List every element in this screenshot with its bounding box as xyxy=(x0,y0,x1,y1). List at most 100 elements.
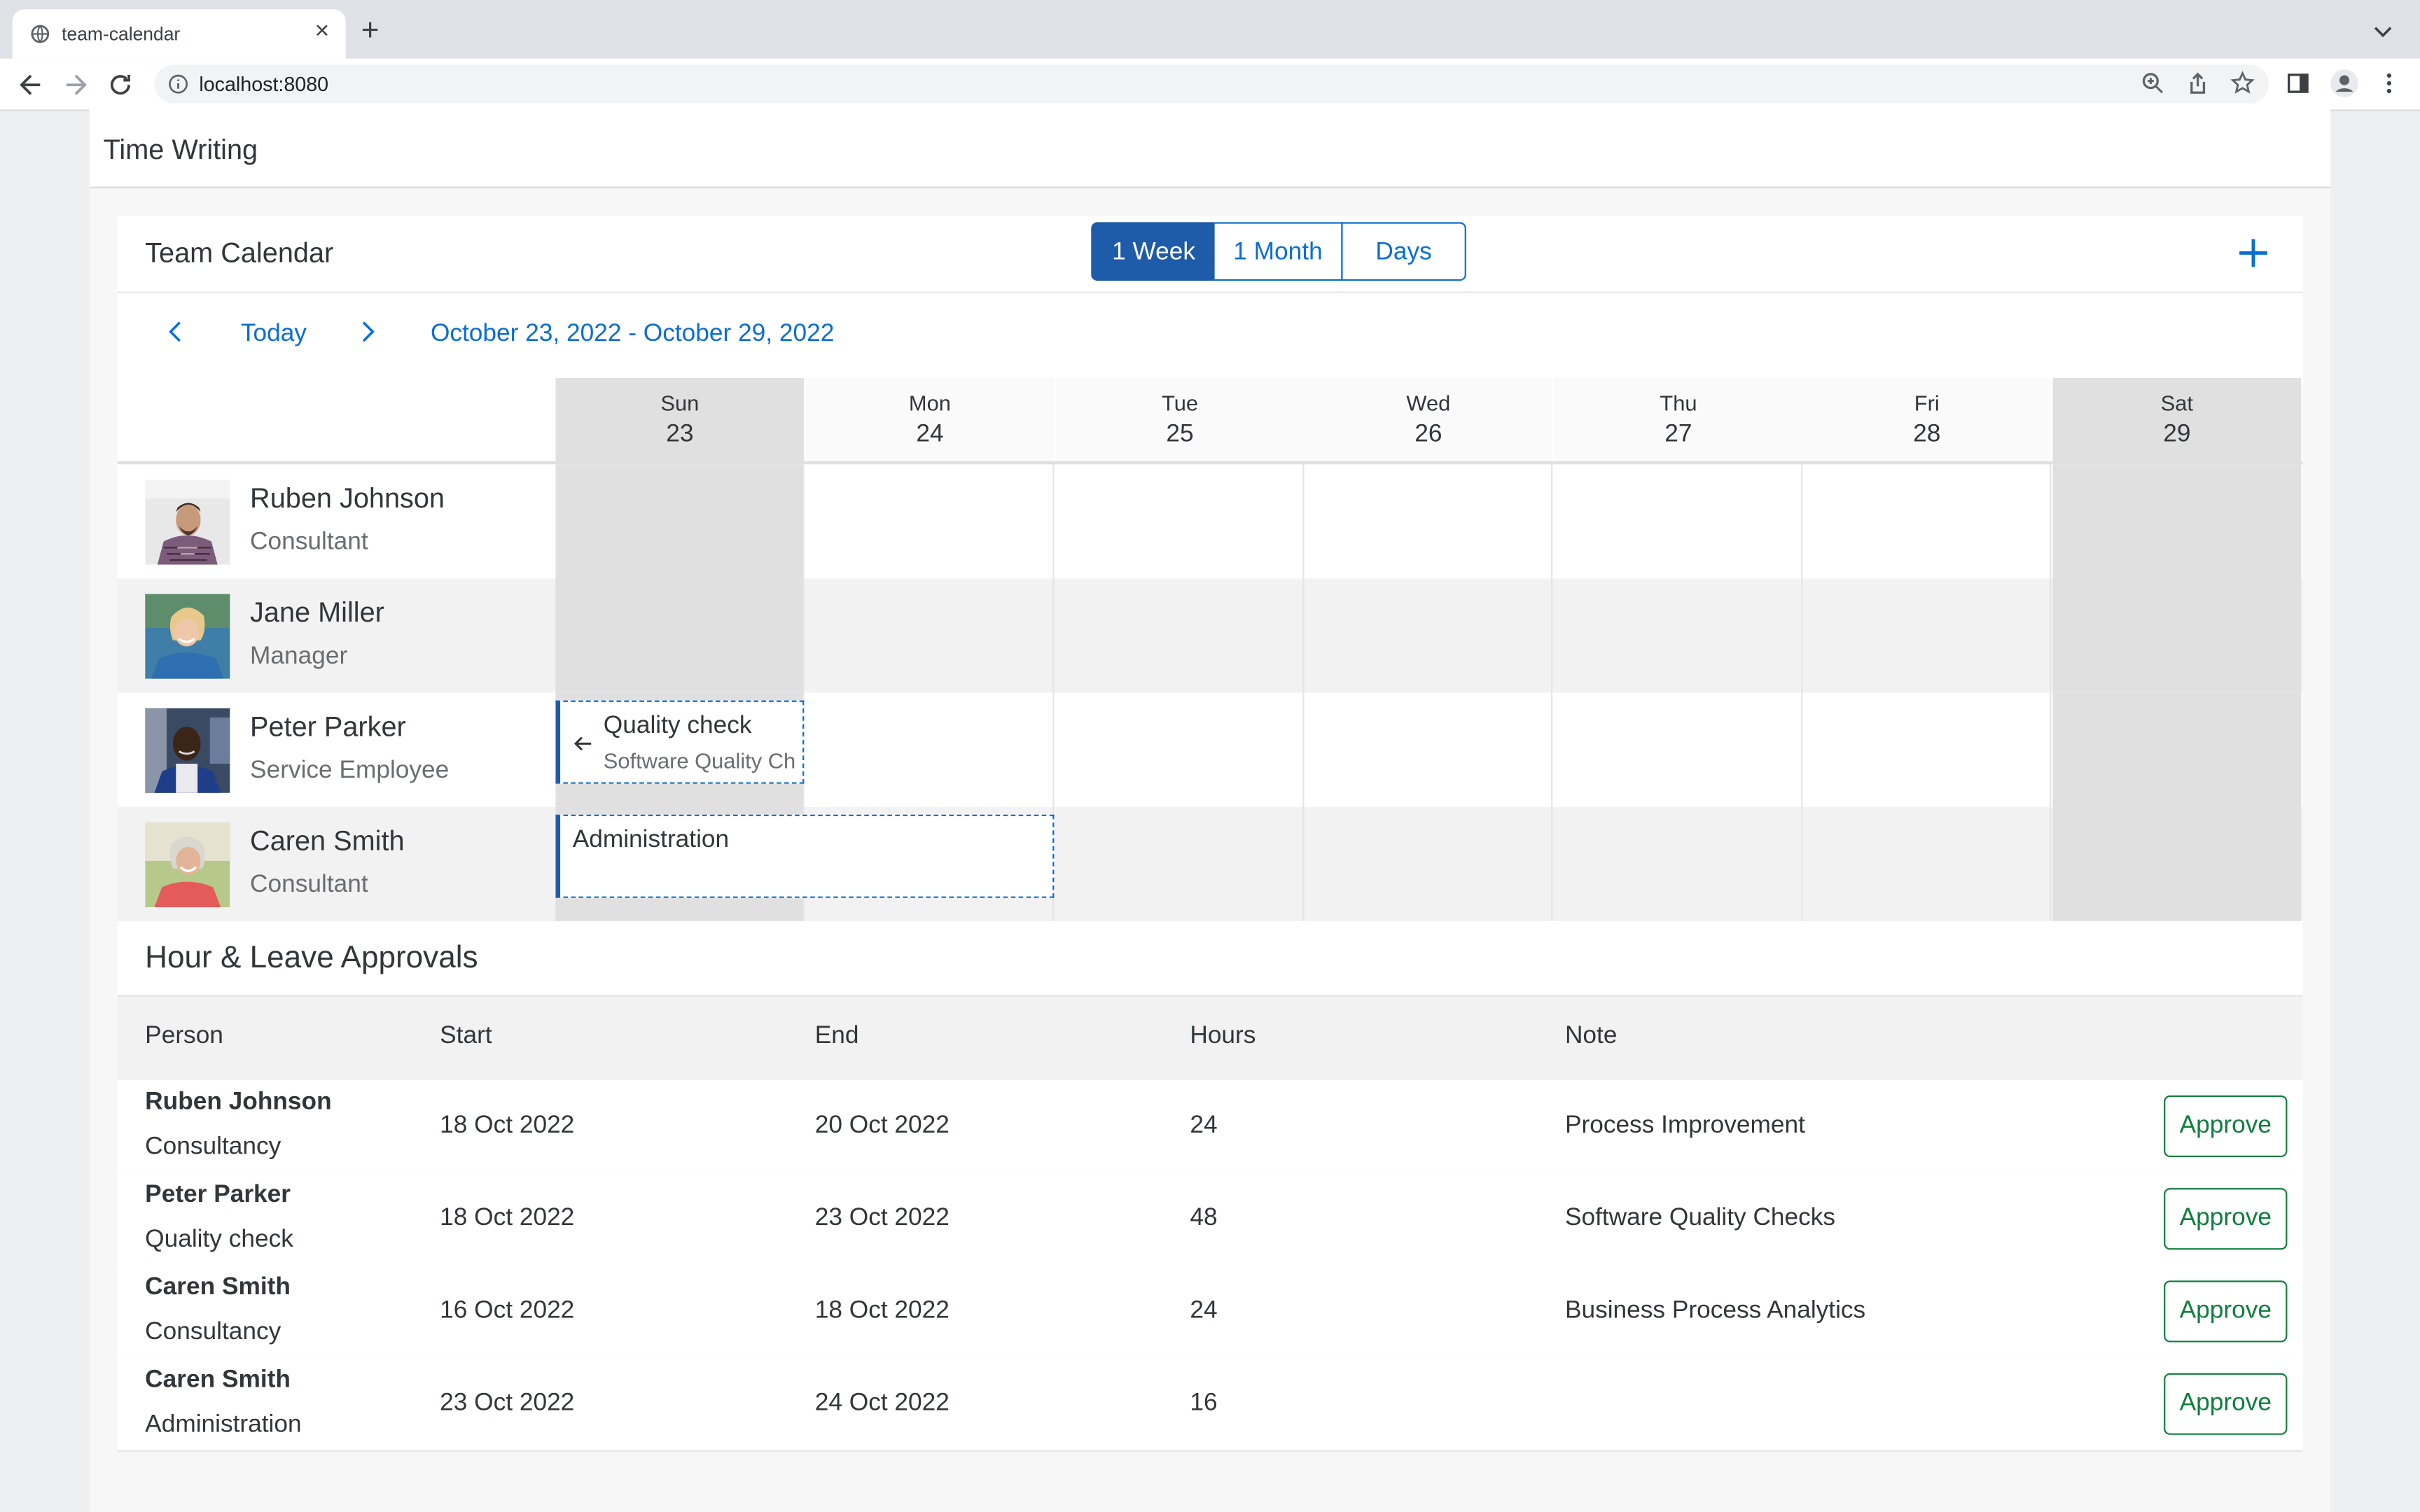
day-name: Sun xyxy=(660,390,700,415)
row-person: Caren Smith xyxy=(145,1366,291,1394)
appointment-quality-check[interactable]: Quality check Software Quality Ch xyxy=(555,700,805,784)
zoom-icon[interactable] xyxy=(2141,71,2165,95)
row-person: Peter Parker xyxy=(145,1182,291,1208)
calendar-cell[interactable] xyxy=(1304,692,1553,807)
calendar-cell[interactable] xyxy=(1802,464,2052,579)
calendar-cell[interactable] xyxy=(555,464,805,579)
calendar-cell[interactable] xyxy=(2052,578,2302,693)
profile-avatar-icon[interactable] xyxy=(2329,68,2360,99)
calendar-cell[interactable] xyxy=(1555,692,1803,807)
calendar-cell[interactable] xyxy=(1802,692,2052,807)
appointment-administration[interactable]: Administration xyxy=(555,814,1055,898)
view-week-button[interactable]: 1 Week xyxy=(1091,222,1216,281)
row-hours: 24 xyxy=(1190,1297,1218,1324)
day-name: Tue xyxy=(1161,390,1199,415)
calendar-cell[interactable] xyxy=(806,578,1055,693)
day-date: 27 xyxy=(1664,421,1692,448)
view-days-button[interactable]: Days xyxy=(1341,222,1466,281)
new-tab-icon[interactable]: + xyxy=(361,15,380,46)
calendar-header: Team Calendar 1 Week 1 Month Days xyxy=(117,216,2303,293)
person-role: Consultant xyxy=(250,528,368,556)
address-bar[interactable]: localhost:8080 xyxy=(154,64,2269,104)
calendar-cell[interactable] xyxy=(1555,806,1803,921)
row-type: Administration xyxy=(145,1411,302,1438)
view-month-button[interactable]: 1 Month xyxy=(1214,222,1343,281)
row-note: Software Quality Checks xyxy=(1564,1205,1836,1231)
calendar-cell[interactable] xyxy=(1304,806,1553,921)
calendar-cell[interactable] xyxy=(806,464,1055,579)
today-button[interactable]: Today xyxy=(241,321,307,349)
calendar-navigation: Today October 23, 2022 - October 29, 202… xyxy=(118,293,2303,377)
calendar-cell[interactable] xyxy=(1056,464,1305,579)
row-end: 23 Oct 2022 xyxy=(814,1205,950,1231)
calendar-cell[interactable] xyxy=(1304,464,1553,579)
day-header-mon: Mon 24 xyxy=(805,378,1055,462)
approve-button[interactable]: Approve xyxy=(2164,1280,2288,1343)
calendar-cell[interactable] xyxy=(2052,692,2302,807)
calendar-row: Jane Miller Manager xyxy=(117,578,2303,693)
avatar xyxy=(145,822,230,907)
table-row: Ruben Johnson Consultancy 18 Oct 2022 20… xyxy=(117,1079,2303,1175)
row-end: 24 Oct 2022 xyxy=(814,1390,950,1417)
calendar-cell[interactable] xyxy=(1056,692,1305,807)
reload-icon[interactable] xyxy=(105,69,136,100)
calendar-cell[interactable] xyxy=(555,578,805,693)
chevron-down-icon[interactable] xyxy=(2370,18,2395,43)
row-note: Process Improvement xyxy=(1564,1112,1805,1139)
table-row: Caren Smith Consultancy 16 Oct 2022 18 O… xyxy=(117,1265,2303,1359)
calendar-cell[interactable] xyxy=(806,692,1055,807)
row-type: Quality check xyxy=(145,1226,293,1253)
app-header: Time Writing xyxy=(89,109,2331,188)
calendar-cell[interactable] xyxy=(1555,464,1803,579)
avatar xyxy=(145,594,230,679)
calendar-cell[interactable] xyxy=(1555,578,1803,693)
date-range-picker[interactable]: October 23, 2022 - October 29, 2022 xyxy=(431,321,834,349)
browser-tab[interactable]: team-calendar × xyxy=(12,9,346,59)
calendar-cell[interactable] xyxy=(2052,806,2302,921)
side-panel-icon[interactable] xyxy=(2286,71,2310,95)
approve-button[interactable]: Approve xyxy=(2164,1095,2288,1158)
day-date: 28 xyxy=(1913,421,1941,448)
tab-title: team-calendar xyxy=(62,23,181,45)
day-header-thu: Thu 27 xyxy=(1554,378,1803,462)
calendar-row: Peter Parker Service Employee Quality ch… xyxy=(117,692,2303,807)
calendar-cell[interactable] xyxy=(1056,578,1305,693)
approvals-table-header: Person Start End Hours Note xyxy=(117,995,2303,1082)
next-week-icon[interactable] xyxy=(355,319,380,344)
calendar-cell[interactable] xyxy=(2052,464,2302,579)
calendar-row: Ruben Johnson Consultant xyxy=(117,464,2303,579)
more-menu-icon[interactable] xyxy=(2377,71,2401,95)
day-name: Thu xyxy=(1660,390,1697,415)
approvals-title: Hour & Leave Approvals xyxy=(145,941,478,975)
row-hours: 16 xyxy=(1190,1390,1218,1417)
day-header-tue: Tue 25 xyxy=(1055,378,1305,462)
day-header-sun: Sun 23 xyxy=(555,378,805,462)
back-icon[interactable] xyxy=(15,69,46,100)
approve-button[interactable]: Approve xyxy=(2164,1373,2288,1435)
close-tab-icon[interactable]: × xyxy=(315,18,330,46)
share-icon[interactable] xyxy=(2185,71,2210,95)
previous-week-icon[interactable] xyxy=(164,319,188,344)
column-header-note: Note xyxy=(1564,1023,1618,1049)
row-start: 16 Oct 2022 xyxy=(440,1297,575,1324)
bookmark-star-icon[interactable] xyxy=(2230,71,2255,95)
day-date: 23 xyxy=(666,421,694,448)
arrow-left-icon xyxy=(573,736,592,751)
day-header-sat: Sat 29 xyxy=(2052,378,2302,462)
row-type: Consultancy xyxy=(145,1133,281,1161)
row-end: 18 Oct 2022 xyxy=(814,1297,950,1324)
day-date: 29 xyxy=(2163,421,2191,448)
app-title: Time Writing xyxy=(103,134,258,165)
calendar-cell[interactable] xyxy=(1802,806,2052,921)
forward-icon[interactable] xyxy=(60,69,91,100)
info-icon[interactable] xyxy=(168,74,188,94)
calendar-cell[interactable] xyxy=(1304,578,1553,693)
avatar xyxy=(145,479,230,565)
appointment-title: Administration xyxy=(572,827,730,853)
approve-button[interactable]: Approve xyxy=(2164,1188,2288,1250)
calendar-cell[interactable] xyxy=(1802,578,2052,693)
person-name: Peter Parker xyxy=(250,711,406,743)
add-appointment-icon[interactable] xyxy=(2235,234,2272,272)
calendar-cell[interactable] xyxy=(1056,806,1305,921)
row-end: 20 Oct 2022 xyxy=(814,1112,950,1139)
